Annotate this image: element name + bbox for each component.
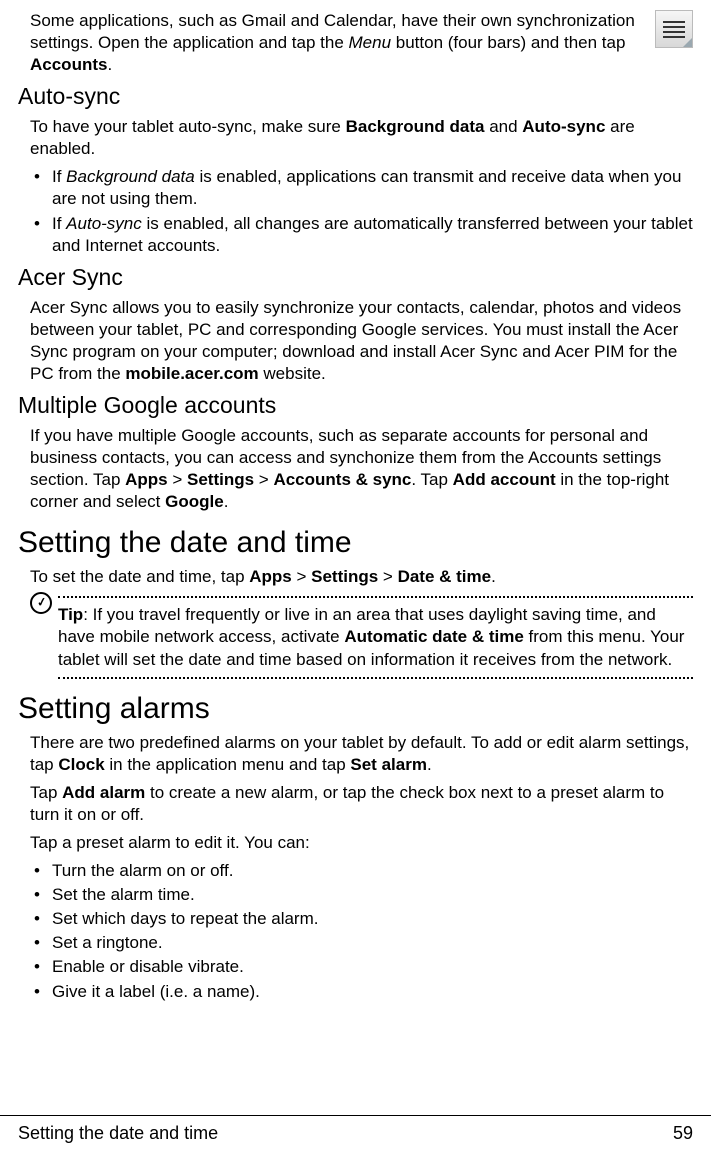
list-item: Set which days to repeat the alarm. (30, 908, 693, 930)
text: Tap (30, 783, 62, 802)
text: To set the date and time, tap (30, 567, 249, 586)
list-item: Set a ringtone. (30, 932, 693, 954)
heading-alarms: Setting alarms (18, 689, 693, 728)
autosync-paragraph: To have your tablet auto-sync, make sure… (18, 116, 693, 160)
bold-autodatetime: Automatic date & time (344, 627, 523, 646)
heading-autosync: Auto-sync (18, 82, 693, 112)
bold-autosync: Auto-sync (522, 117, 605, 136)
text: website. (259, 364, 326, 383)
page-number: 59 (673, 1122, 693, 1145)
multigoogle-paragraph: If you have multiple Google accounts, su… (18, 425, 693, 513)
text: . (491, 567, 496, 586)
text: > (168, 470, 187, 489)
bold-bgdata: Background data (346, 117, 485, 136)
text: > (378, 567, 397, 586)
text: . Tap (411, 470, 452, 489)
alarms-p2: Tap Add alarm to create a new alarm, or … (18, 782, 693, 826)
footer-title: Setting the date and time (18, 1122, 218, 1145)
bold-apps2: Apps (249, 567, 292, 586)
bold-apps: Apps (125, 470, 168, 489)
heading-acersync: Acer Sync (18, 263, 693, 293)
bold-clock: Clock (58, 755, 104, 774)
text: is enabled, all changes are automaticall… (52, 214, 693, 255)
accounts-word: Accounts (30, 55, 107, 74)
bold-addalarm: Add alarm (62, 783, 145, 802)
bold-settings2: Settings (311, 567, 378, 586)
text: . (427, 755, 432, 774)
datetime-paragraph: To set the date and time, tap Apps > Set… (18, 566, 693, 588)
bold-settings: Settings (187, 470, 254, 489)
list-item: Enable or disable vibrate. (30, 956, 693, 978)
bold-datetime: Date & time (398, 567, 492, 586)
bold-google: Google (165, 492, 224, 511)
list-item: Give it a label (i.e. a name). (30, 981, 693, 1003)
list-item: If Background data is enabled, applicati… (30, 166, 693, 210)
heading-multigoogle: Multiple Google accounts (18, 391, 693, 421)
text: in the application menu and tap (105, 755, 351, 774)
text: To have your tablet auto-sync, make sure (30, 117, 346, 136)
text: and (484, 117, 522, 136)
list-item: Set the alarm time. (30, 884, 693, 906)
alarms-list: Turn the alarm on or off. Set the alarm … (18, 860, 693, 1003)
tip-block: Tip: If you travel frequently or live in… (30, 596, 693, 678)
italic-autosync: Auto-sync (66, 214, 142, 233)
alarms-p3: Tap a preset alarm to edit it. You can: (18, 832, 693, 854)
bold-setalarm: Set alarm (350, 755, 427, 774)
text: . (224, 492, 229, 511)
text: > (292, 567, 311, 586)
text: button (four bars) and then tap (391, 33, 625, 52)
acersync-paragraph: Acer Sync allows you to easily synchroni… (18, 297, 693, 385)
list-item: Turn the alarm on or off. (30, 860, 693, 882)
list-item: If Auto-sync is enabled, all changes are… (30, 213, 693, 257)
text: > (254, 470, 273, 489)
text: If (52, 214, 66, 233)
italic-bgdata: Background data (66, 167, 195, 186)
alarms-p1: There are two predefined alarms on your … (18, 732, 693, 776)
intro-paragraph: Some applications, such as Gmail and Cal… (18, 10, 641, 76)
dotted-divider (58, 677, 693, 679)
bold-mobileacer: mobile.acer.com (125, 364, 258, 383)
text: . (107, 55, 112, 74)
bold-accountssync: Accounts & sync (273, 470, 411, 489)
menu-word: Menu (349, 33, 392, 52)
tip-content: Tip: If you travel frequently or live in… (30, 598, 693, 676)
text: If (52, 167, 66, 186)
bold-addaccount: Add account (453, 470, 556, 489)
menu-icon (655, 10, 693, 48)
page-footer: Setting the date and time 59 (0, 1115, 711, 1145)
tip-label: Tip (58, 605, 83, 624)
heading-datetime: Setting the date and time (18, 523, 693, 562)
